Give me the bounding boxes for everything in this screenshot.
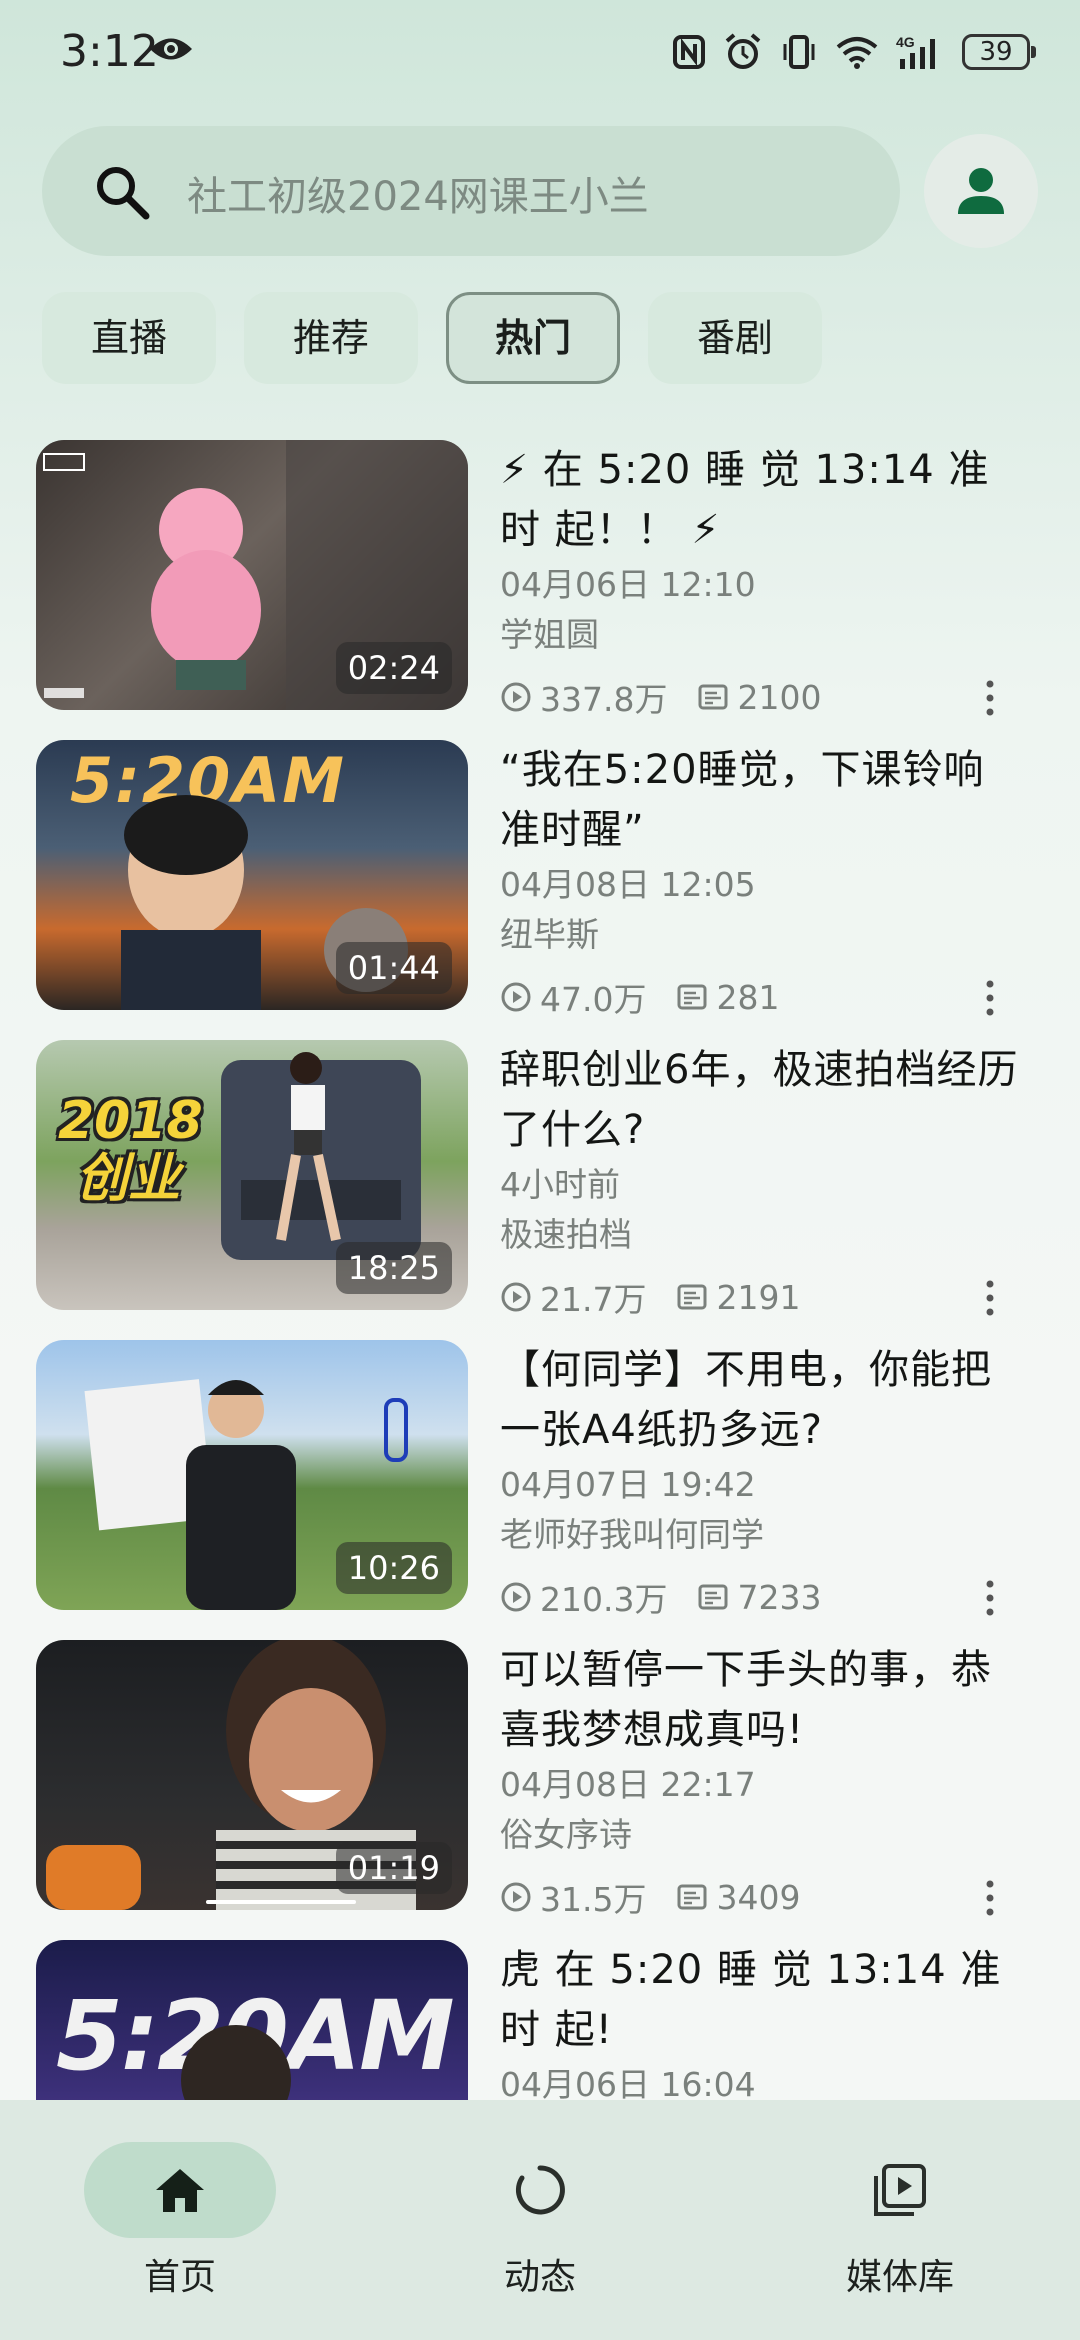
home-icon	[156, 2169, 204, 2212]
danmaku-icon	[677, 1884, 707, 1910]
comment-count: 7233	[737, 1577, 822, 1617]
battery-icon: 39	[962, 34, 1036, 70]
nav-library[interactable]: 媒体库	[800, 2142, 1000, 2300]
video-thumbnail[interactable]: 01:19	[36, 1640, 468, 1910]
play-count-icon	[501, 1882, 531, 1912]
video-title[interactable]: 【何同学】不用电，你能把一张A4纸扔多远?	[500, 1340, 1020, 1460]
comment-count: 3409	[716, 1877, 801, 1917]
refresh-icon	[515, 2165, 565, 2215]
status-time: 3:12	[60, 26, 159, 77]
vibrate-icon	[783, 35, 815, 69]
view-count: 47.0万	[540, 980, 647, 1019]
video-title[interactable]: 可以暂停一下手头的事，恭喜我梦想成真吗!	[500, 1640, 1020, 1760]
eye-icon	[150, 38, 192, 60]
thumbnail-overlay-text: 2018 创业	[58, 1091, 203, 1209]
video-duration: 02:24	[335, 642, 452, 694]
video-title[interactable]: 虎 在 5:20 睡 觉 13:14 准 时 起!	[500, 1940, 1020, 2060]
video-thumbnail[interactable]: 10:26	[36, 1340, 468, 1610]
video-card[interactable]: 2018 创业 18:25 辞职创业6年，极速拍档经历了什么? 4小时前 极速拍…	[0, 1040, 1080, 1340]
thumbnail-art	[181, 2025, 291, 2100]
video-date: 04月08日 22:17	[500, 1765, 756, 1804]
video-title[interactable]: ⚡ 在 5:20 睡 觉 13:14 准 时 起！！ ⚡	[500, 440, 1020, 560]
wifi-icon	[836, 37, 878, 69]
tab-anime[interactable]: 番剧	[648, 292, 822, 384]
comment-count: 281	[716, 977, 780, 1017]
nav-home-label: 首页	[143, 2257, 216, 2298]
video-card[interactable]: 10:26 【何同学】不用电，你能把一张A4纸扔多远? 04月07日 19:42…	[0, 1340, 1080, 1640]
nav-activity-label: 动态	[503, 2257, 576, 2298]
video-thumbnail[interactable]: 5:20AM 01:44	[36, 740, 468, 1010]
more-options-icon[interactable]	[978, 1276, 1002, 1320]
category-tabs: 直播 推荐 热门 番剧	[42, 292, 822, 384]
tab-popular[interactable]: 热门	[446, 292, 620, 384]
video-channel[interactable]: 极速拍档	[500, 1210, 1020, 1260]
video-thumbnail[interactable]: 02:24	[36, 440, 468, 710]
video-thumbnail[interactable]: 2018 创业 18:25	[36, 1040, 468, 1310]
video-title[interactable]: 辞职创业6年，极速拍档经历了什么?	[500, 1040, 1020, 1160]
nfc-icon	[673, 35, 705, 69]
video-feed: 02:24 ⚡ 在 5:20 睡 觉 13:14 准 时 起！！ ⚡ 04月06…	[0, 440, 1080, 2100]
comment-count: 2191	[716, 1277, 801, 1317]
bottom-navigation: 首页 动态 媒体库	[0, 2100, 1080, 2340]
tab-live[interactable]: 直播	[42, 292, 216, 384]
nav-library-label: 媒体库	[845, 2257, 954, 2298]
person-icon	[958, 168, 1004, 214]
video-duration: 01:44	[335, 942, 452, 994]
comment-count: 2100	[737, 677, 822, 717]
video-date: 04月08日 12:05	[500, 865, 756, 904]
more-options-icon[interactable]	[978, 976, 1002, 1020]
video-date: 04月06日 12:10	[500, 565, 756, 604]
play-count-icon	[501, 682, 531, 712]
status-bar: 3:12 4G 39	[0, 0, 1080, 110]
video-title[interactable]: “我在5:20睡觉，下课铃响准时醒”	[500, 740, 1020, 860]
play-count-icon	[501, 982, 531, 1012]
video-duration: 10:26	[335, 1542, 452, 1594]
account-avatar-button[interactable]	[924, 134, 1038, 248]
danmaku-icon	[698, 1584, 728, 1610]
library-icon	[874, 2164, 926, 2216]
video-channel[interactable]: 老师好我叫何同学	[500, 1510, 1020, 1560]
video-date: 4小时前	[500, 1165, 620, 1204]
alarm-icon	[725, 33, 761, 69]
more-options-icon[interactable]	[978, 1576, 1002, 1620]
video-thumbnail[interactable]: 5:20AM	[36, 1940, 468, 2100]
view-count: 31.5万	[540, 1880, 647, 1919]
video-card[interactable]: 5:20AM 01:44 “我在5:20睡觉，下课铃响准时醒” 04月08日 1…	[0, 740, 1080, 1040]
danmaku-icon	[677, 1284, 707, 1310]
video-channel[interactable]: 纽毕斯	[500, 910, 1020, 960]
nav-activity[interactable]: 动态	[440, 2142, 640, 2300]
video-duration: 18:25	[335, 1242, 452, 1294]
view-count: 210.3万	[540, 1580, 668, 1619]
video-duration: 01:19	[335, 1842, 452, 1894]
view-count: 21.7万	[540, 1280, 647, 1319]
play-count-icon	[501, 1582, 531, 1612]
search-icon	[97, 167, 150, 220]
more-options-icon[interactable]	[978, 676, 1002, 720]
search-input[interactable]: 社工初级2024网课王小兰	[187, 164, 649, 222]
video-card[interactable]: 01:19 可以暂停一下手头的事，恭喜我梦想成真吗! 04月08日 22:17 …	[0, 1640, 1080, 1940]
danmaku-icon	[698, 684, 728, 710]
video-channel[interactable]: 俗女序诗	[500, 1810, 1020, 1860]
search-bar[interactable]: 社工初级2024网课王小兰	[42, 126, 900, 256]
tab-recommended[interactable]: 推荐	[244, 292, 418, 384]
view-count: 337.8万	[540, 680, 668, 719]
play-count-icon	[501, 1282, 531, 1312]
video-date: 04月06日 16:04	[500, 2065, 756, 2100]
video-card[interactable]: 02:24 ⚡ 在 5:20 睡 觉 13:14 准 时 起！！ ⚡ 04月06…	[0, 440, 1080, 740]
signal-4g-icon: 4G	[896, 34, 935, 69]
video-channel[interactable]: 学姐圆	[500, 610, 1020, 660]
nav-home[interactable]: 首页	[80, 2142, 280, 2300]
video-date: 04月07日 19:42	[500, 1465, 756, 1504]
svg-text:4G: 4G	[896, 34, 915, 50]
more-options-icon[interactable]	[978, 1876, 1002, 1920]
video-card[interactable]: 5:20AM 虎 在 5:20 睡 觉 13:14 准 时 起! 04月06日 …	[0, 1940, 1080, 2100]
danmaku-icon	[677, 984, 707, 1010]
